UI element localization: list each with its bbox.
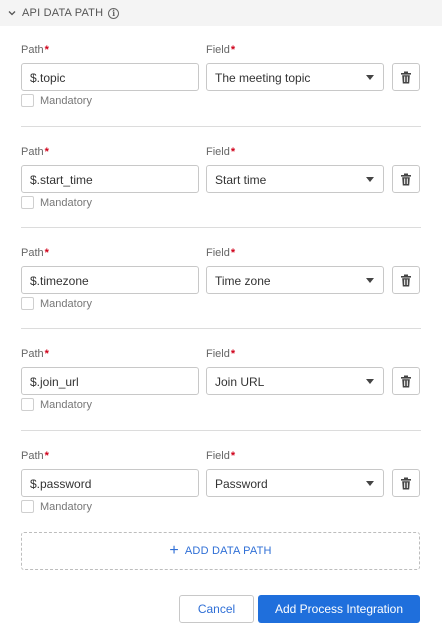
data-path-row: Path* Field* $.password Password Mandato… bbox=[21, 450, 421, 520]
mandatory-label: Mandatory bbox=[40, 500, 92, 513]
field-select-value: Password bbox=[215, 477, 268, 491]
field-select[interactable]: Time zone bbox=[206, 266, 384, 294]
caret-down-icon bbox=[366, 177, 374, 182]
mandatory-checkbox[interactable]: Mandatory bbox=[21, 94, 92, 107]
field-select[interactable]: The meeting topic bbox=[206, 63, 384, 91]
caret-down-icon bbox=[366, 379, 374, 384]
add-data-path-button[interactable]: + ADD DATA PATH bbox=[21, 532, 420, 570]
field-label: Field* bbox=[206, 44, 236, 56]
caret-down-icon bbox=[366, 481, 374, 486]
add-process-integration-button[interactable]: Add Process Integration bbox=[258, 595, 420, 623]
path-input[interactable]: $.start_time bbox=[21, 165, 199, 193]
mandatory-label: Mandatory bbox=[40, 297, 92, 310]
trash-icon bbox=[401, 375, 411, 387]
path-input[interactable]: $.join_url bbox=[21, 367, 199, 395]
info-icon[interactable]: i bbox=[108, 7, 120, 19]
path-label: Path* bbox=[21, 348, 49, 360]
checkbox-box[interactable] bbox=[21, 500, 34, 513]
path-label: Path* bbox=[21, 450, 49, 462]
chevron-down-icon[interactable] bbox=[6, 7, 18, 19]
caret-down-icon bbox=[366, 75, 374, 80]
delete-button[interactable] bbox=[392, 266, 420, 294]
field-label: Field* bbox=[206, 146, 236, 158]
delete-button[interactable] bbox=[392, 367, 420, 395]
path-label: Path* bbox=[21, 146, 49, 158]
section-title: API DATA PATH bbox=[22, 7, 104, 19]
field-select[interactable]: Start time bbox=[206, 165, 384, 193]
trash-icon bbox=[401, 274, 411, 286]
row-divider bbox=[21, 126, 421, 127]
mandatory-checkbox[interactable]: Mandatory bbox=[21, 196, 92, 209]
path-input[interactable]: $.topic bbox=[21, 63, 199, 91]
row-divider bbox=[21, 227, 421, 228]
trash-icon bbox=[401, 173, 411, 185]
mandatory-label: Mandatory bbox=[40, 94, 92, 107]
field-select-value: Join URL bbox=[215, 375, 265, 389]
add-data-path-label: ADD DATA PATH bbox=[184, 545, 272, 557]
section-header[interactable]: API DATA PATH i bbox=[0, 0, 442, 26]
field-label: Field* bbox=[206, 348, 236, 360]
field-select-value: The meeting topic bbox=[215, 71, 311, 85]
caret-down-icon bbox=[366, 278, 374, 283]
cancel-button[interactable]: Cancel bbox=[179, 595, 254, 623]
field-select[interactable]: Password bbox=[206, 469, 384, 497]
mandatory-label: Mandatory bbox=[40, 398, 92, 411]
row-divider bbox=[21, 328, 421, 329]
field-select-value: Time zone bbox=[215, 274, 271, 288]
data-path-row: Path* Field* $.topic The meeting topic M… bbox=[21, 44, 421, 114]
field-label: Field* bbox=[206, 450, 236, 462]
plus-icon: + bbox=[169, 542, 179, 559]
mandatory-checkbox[interactable]: Mandatory bbox=[21, 297, 92, 310]
trash-icon bbox=[401, 71, 411, 83]
path-label: Path* bbox=[21, 44, 49, 56]
mandatory-label: Mandatory bbox=[40, 196, 92, 209]
data-path-row: Path* Field* $.join_url Join URL Mandato… bbox=[21, 348, 421, 418]
checkbox-box[interactable] bbox=[21, 94, 34, 107]
data-path-row: Path* Field* $.start_time Start time Man… bbox=[21, 146, 421, 216]
mandatory-checkbox[interactable]: Mandatory bbox=[21, 500, 92, 513]
delete-button[interactable] bbox=[392, 165, 420, 193]
row-divider bbox=[21, 430, 421, 431]
field-select[interactable]: Join URL bbox=[206, 367, 384, 395]
delete-button[interactable] bbox=[392, 63, 420, 91]
path-label: Path* bbox=[21, 247, 49, 259]
path-input[interactable]: $.password bbox=[21, 469, 199, 497]
checkbox-box[interactable] bbox=[21, 297, 34, 310]
field-label: Field* bbox=[206, 247, 236, 259]
trash-icon bbox=[401, 477, 411, 489]
delete-button[interactable] bbox=[392, 469, 420, 497]
field-select-value: Start time bbox=[215, 173, 267, 187]
checkbox-box[interactable] bbox=[21, 398, 34, 411]
path-input[interactable]: $.timezone bbox=[21, 266, 199, 294]
data-path-row: Path* Field* $.timezone Time zone Mandat… bbox=[21, 247, 421, 317]
mandatory-checkbox[interactable]: Mandatory bbox=[21, 398, 92, 411]
checkbox-box[interactable] bbox=[21, 196, 34, 209]
